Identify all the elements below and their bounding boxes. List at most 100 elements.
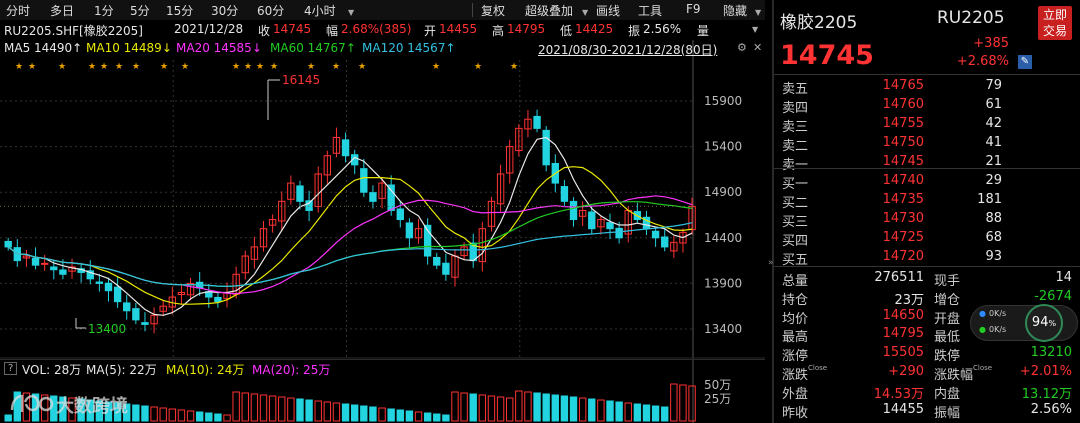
- volume-bar: [268, 395, 277, 422]
- candle-body: [305, 200, 313, 211]
- stat-label: 总量: [782, 270, 808, 289]
- price-tick: 14400: [704, 231, 742, 245]
- volume-bar: [624, 402, 632, 422]
- volume-bar: [250, 393, 259, 422]
- candle-body: [442, 262, 450, 275]
- volume-bar: [414, 411, 423, 422]
- candle-body: [59, 269, 67, 275]
- stat-label: 涨跌Close: [782, 364, 827, 383]
- hide-button[interactable]: 隐藏: [723, 2, 747, 19]
- tab-30min[interactable]: 30分: [211, 2, 238, 19]
- volume-bar: [141, 405, 149, 422]
- volume-bar: [487, 395, 496, 422]
- tab-intraday[interactable]: 分时: [6, 2, 30, 19]
- date-range-label[interactable]: 2021/08/30-2021/12/28(80日): [538, 41, 717, 58]
- bid-price[interactable]: 14725: [854, 230, 924, 245]
- ma-line: [7, 222, 693, 288]
- ask-price[interactable]: 14765: [854, 78, 924, 93]
- trade-now-button[interactable]: 立即交易: [1038, 6, 1072, 40]
- star-marker: ★: [28, 62, 36, 72]
- stat-label-text: 均价: [782, 311, 809, 327]
- volume-bar: [396, 409, 404, 422]
- stat-value: 15505: [882, 345, 924, 361]
- ask-label: 卖一: [782, 158, 809, 173]
- divider: [774, 74, 1080, 75]
- ma20-label: MA20 14585↓: [176, 41, 262, 55]
- stat-value: 14650: [882, 307, 924, 323]
- ask-label: 卖四: [782, 101, 809, 116]
- edit-icon[interactable]: ✎: [1018, 55, 1032, 69]
- star-marker: ★: [510, 62, 518, 72]
- ask-price[interactable]: 14745: [854, 154, 924, 169]
- volume-bar: [323, 401, 332, 422]
- ask-price[interactable]: 14750: [854, 135, 924, 150]
- candle-body: [104, 282, 113, 292]
- tab-60min[interactable]: 60分: [257, 2, 284, 19]
- stat-label-text: 涨停: [782, 349, 809, 365]
- volume-bar: [642, 404, 651, 422]
- stat-value: 276511: [874, 270, 924, 285]
- volume-bar: [515, 390, 523, 422]
- stat-label: 最高: [782, 326, 808, 345]
- tab-15min[interactable]: 15分: [166, 2, 193, 19]
- close-icon[interactable]: ✕: [753, 41, 762, 54]
- candle-body: [360, 168, 368, 193]
- stat-label: 振幅: [934, 402, 960, 421]
- ask-price[interactable]: 14760: [854, 97, 924, 112]
- volume-bar: [351, 404, 359, 422]
- low-value: 14425: [575, 22, 614, 36]
- download-icon: ●: [979, 325, 986, 334]
- ask-price[interactable]: 14755: [854, 116, 924, 131]
- close-value: 14745: [273, 22, 312, 36]
- volume-bar: [259, 394, 268, 422]
- f9-button[interactable]: F9: [686, 2, 701, 16]
- expand-arrow-icon[interactable]: »: [768, 258, 774, 268]
- volume-bar: [241, 392, 249, 422]
- bid-volume: 93: [985, 249, 1002, 264]
- volume-bar: [369, 406, 377, 422]
- tab-multiday[interactable]: 多日: [50, 2, 74, 19]
- bid-price[interactable]: 14740: [854, 173, 924, 188]
- volume-value: VOL: 28万: [22, 363, 82, 377]
- stat-label: 跌停: [934, 345, 960, 364]
- star-marker: ★: [270, 62, 278, 72]
- tools-button[interactable]: 工具: [638, 2, 662, 19]
- tab-5min[interactable]: 5分: [130, 2, 150, 19]
- stat-label-text: 昨收: [782, 405, 809, 421]
- stat-label-text: 总量: [782, 274, 809, 289]
- tab-4hour[interactable]: 4小时: [304, 2, 336, 19]
- draw-line-button[interactable]: 画线: [596, 2, 620, 19]
- candle-body: [569, 200, 578, 221]
- bid-price[interactable]: 14720: [854, 249, 924, 264]
- star-marker: ★: [160, 62, 168, 72]
- chevron-down-icon[interactable]: ▼: [755, 4, 761, 18]
- chevron-down-icon[interactable]: ▼: [752, 25, 758, 34]
- volume-bar: [560, 395, 569, 422]
- date-label: 2021/12/28: [174, 22, 244, 36]
- ask-volume: 79: [985, 78, 1002, 93]
- tab-1min[interactable]: 1分: [94, 2, 114, 19]
- candle-body: [369, 192, 377, 202]
- bid-label: 买四: [782, 234, 809, 249]
- candle-body: [123, 302, 131, 312]
- bid-price[interactable]: 14735: [854, 192, 924, 207]
- volume-bar: [223, 414, 231, 422]
- volume-bar: [168, 408, 177, 422]
- settings-icon[interactable]: ⚙: [737, 41, 747, 54]
- super-overlay-button[interactable]: 超级叠加: [525, 2, 573, 19]
- volume-bar: [232, 391, 240, 422]
- help-icon[interactable]: ?: [4, 362, 18, 375]
- restore-rights-button[interactable]: 复权: [481, 2, 505, 19]
- amplitude-value: 2.56%: [643, 22, 682, 36]
- chevron-down-icon[interactable]: ▼: [582, 4, 588, 18]
- memory-usage-gauge[interactable]: 94%: [1025, 304, 1063, 342]
- candle-body: [560, 186, 569, 202]
- bid-price[interactable]: 14730: [854, 211, 924, 226]
- volume-bar: [287, 397, 295, 422]
- stat-label-text: 外盘: [782, 386, 809, 402]
- volume-bar: [670, 383, 678, 422]
- bid-volume: 88: [985, 211, 1002, 226]
- volume-bar: [378, 407, 386, 422]
- volume-bar: [305, 399, 313, 422]
- chevron-down-icon[interactable]: ▼: [348, 4, 354, 18]
